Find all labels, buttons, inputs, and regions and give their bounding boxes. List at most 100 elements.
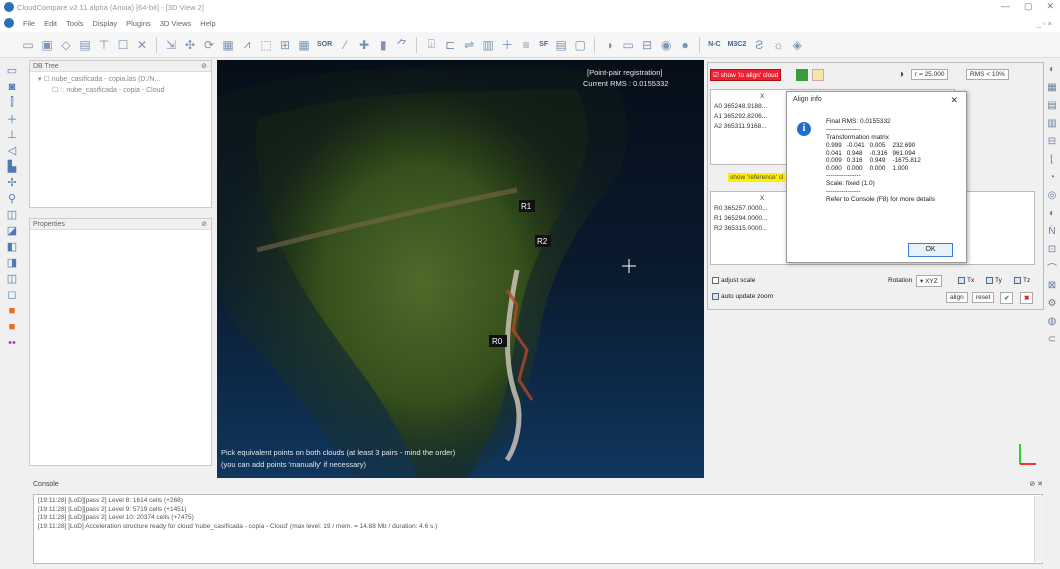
globe-icon[interactable]: ● [677,37,693,53]
sphere-icon[interactable]: ◐ [1046,62,1059,76]
validate-check-icon[interactable]: ✔ [1000,292,1014,304]
warp-icon[interactable]: ⊠ [1046,278,1059,292]
tool-close-icon[interactable]: ✕ [134,37,150,53]
open-folder-icon[interactable]: ▭ [20,37,36,53]
compare-icon[interactable]: ⊏ [442,37,458,53]
reset-button[interactable]: reset [972,292,995,303]
tree-icon[interactable]: ⊤ [96,37,112,53]
tree-item-cloud[interactable]: ☐ ◌ nube_casificada - copia - Cloud [52,86,211,94]
adjust-scale-box[interactable] [712,277,719,284]
perspective-icon[interactable]: ◁ [4,144,20,157]
fit-view-icon[interactable]: ⫿ [4,96,20,109]
cube-bottom-icon[interactable]: ◻ [4,288,20,301]
camera-icon[interactable]: ◙ [4,80,20,93]
layers-icon[interactable]: ▦ [1046,80,1059,94]
plane-icon[interactable]: ▭ [620,37,636,53]
brush-icon[interactable]: ⺈ [394,37,410,53]
m3c2-plugin-icon[interactable]: M3C2 [726,37,749,53]
tx-checkbox[interactable]: Tx [958,277,974,284]
tree-item-file[interactable]: ▾ ☐ nube_casificada - copia.las (D:/N... [38,75,211,83]
line-icon[interactable]: ⌊ [1046,152,1059,166]
menu-plugins[interactable]: Plugins [126,19,151,28]
distance-icon[interactable]: ⍗ [423,37,439,53]
ty-checkbox[interactable]: Ty [986,277,1002,284]
menu-edit[interactable]: Edit [44,19,57,28]
cube-back-icon[interactable]: ◫ [4,272,20,285]
mdi-controls[interactable]: _ ▫ × [1037,19,1052,28]
noise-icon[interactable]: ⁄ [337,37,353,53]
minimize-button[interactable]: — [1001,1,1010,12]
settings-icon[interactable]: ☼ [770,37,786,53]
show-reference-toggle[interactable]: show 'reference' cl [728,173,786,182]
contour-icon[interactable]: ◐ [1046,206,1059,220]
rotation-select[interactable]: ▾ XYZ [916,275,942,287]
scalar-field-icon[interactable]: ≡ [518,37,534,53]
auto-update-zoom-checkbox[interactable]: auto update zoom [712,293,773,300]
sor-filter-icon[interactable]: ▦ [296,37,312,53]
console-log[interactable]: [19:11:28] [LoD][pass 2] Level 8: 1614 c… [33,494,1043,564]
sf-label-icon[interactable]: SF [537,37,550,53]
dock-pin-icon[interactable]: ⊘ [201,62,207,70]
rms-spinbox[interactable]: RMS < 10% [966,69,1009,80]
expand-chevron-icon[interactable]: ▾ ☐ [38,76,52,83]
auto-update-zoom-box[interactable] [712,293,719,300]
eraser-icon[interactable] [812,69,824,81]
monitor-icon[interactable]: ▭ [4,64,20,77]
close-window-button[interactable]: ✕ [1046,1,1054,12]
scale-icon[interactable]: ⇲ [163,37,179,53]
ok-button[interactable]: OK [908,243,953,257]
chain-icon[interactable]: ⊂ [1046,332,1059,346]
cloud-icon[interactable]: ▦ [220,37,236,53]
tx-box[interactable] [958,277,965,284]
dots-icon[interactable]: •• [4,336,20,349]
normals-icon[interactable]: ⊟ [639,37,655,53]
nc-plugin-icon[interactable]: N-C [706,37,722,53]
cross-icon[interactable]: ✚ [356,37,372,53]
pivot-icon[interactable]: ＋ [4,112,20,126]
grid-icon[interactable]: ▤ [77,37,93,53]
menu-file[interactable]: File [23,19,35,28]
dialog-close-icon[interactable]: ✕ [950,95,958,106]
maximize-button[interactable]: ▢ [1024,1,1033,12]
menu-tools[interactable]: Tools [66,19,84,28]
link-icon[interactable]: ◈ [789,37,805,53]
menu-display[interactable]: Display [93,19,118,28]
flip-icon[interactable]: Ƨ [751,37,767,53]
mesh-icon[interactable]: ◑ [601,37,617,53]
properties-icon[interactable]: ◇ [58,37,74,53]
cancel-x-icon[interactable]: ✖ [1020,292,1034,304]
menu-help[interactable]: Help [200,19,215,28]
ty-box[interactable] [986,277,993,284]
axis-icon[interactable]: ⊥ [4,128,20,141]
measure-icon[interactable]: ⊟ [1046,134,1059,148]
chart-icon[interactable]: ▤ [553,37,569,53]
adjust-scale-checkbox[interactable]: adjust scale [712,277,755,284]
cloud-checkbox-icon[interactable]: ☐ ◌ [52,87,66,94]
stats-icon[interactable]: ▥ [480,37,496,53]
picker-icon[interactable]: ▢ [572,37,588,53]
tz-box[interactable] [1014,277,1021,284]
surface-icon[interactable]: ⊡ [1046,242,1059,256]
ortho-icon[interactable]: ▙ [4,160,20,173]
save-icon[interactable]: ▣ [39,37,55,53]
sync2-icon[interactable]: ◎ [1046,188,1059,202]
tz-checkbox[interactable]: Tz [1014,277,1030,284]
histogram-icon[interactable]: ▮ [375,37,391,53]
sync-icon[interactable]: ⇌ [461,37,477,53]
book-icon[interactable]: ▤ [1046,98,1059,112]
box-icon[interactable]: ⬚ [258,37,274,53]
cube-iso2-icon[interactable]: ■ [4,320,20,333]
console-dock-icons[interactable]: ⊘ ✕ [1029,480,1043,488]
gauge-icon[interactable]: ◔ [1046,170,1059,184]
pan-icon[interactable]: ✢ [4,176,20,189]
fit-icon[interactable]: ⊞ [277,37,293,53]
polyline-icon[interactable]: ⩘ [239,37,255,53]
cube-top-icon[interactable]: ◪ [4,224,20,237]
show-to-align-toggle[interactable]: ☑ show 'to align' cloud [710,69,782,81]
cube-right-icon[interactable]: ◨ [4,256,20,269]
align-button[interactable]: align [946,292,968,303]
eye-icon[interactable]: ◉ [658,37,674,53]
cube-iso1-icon[interactable]: ■ [4,304,20,317]
console-scrollbar[interactable] [1034,496,1043,562]
sor-label-icon[interactable]: SOR [315,37,334,53]
